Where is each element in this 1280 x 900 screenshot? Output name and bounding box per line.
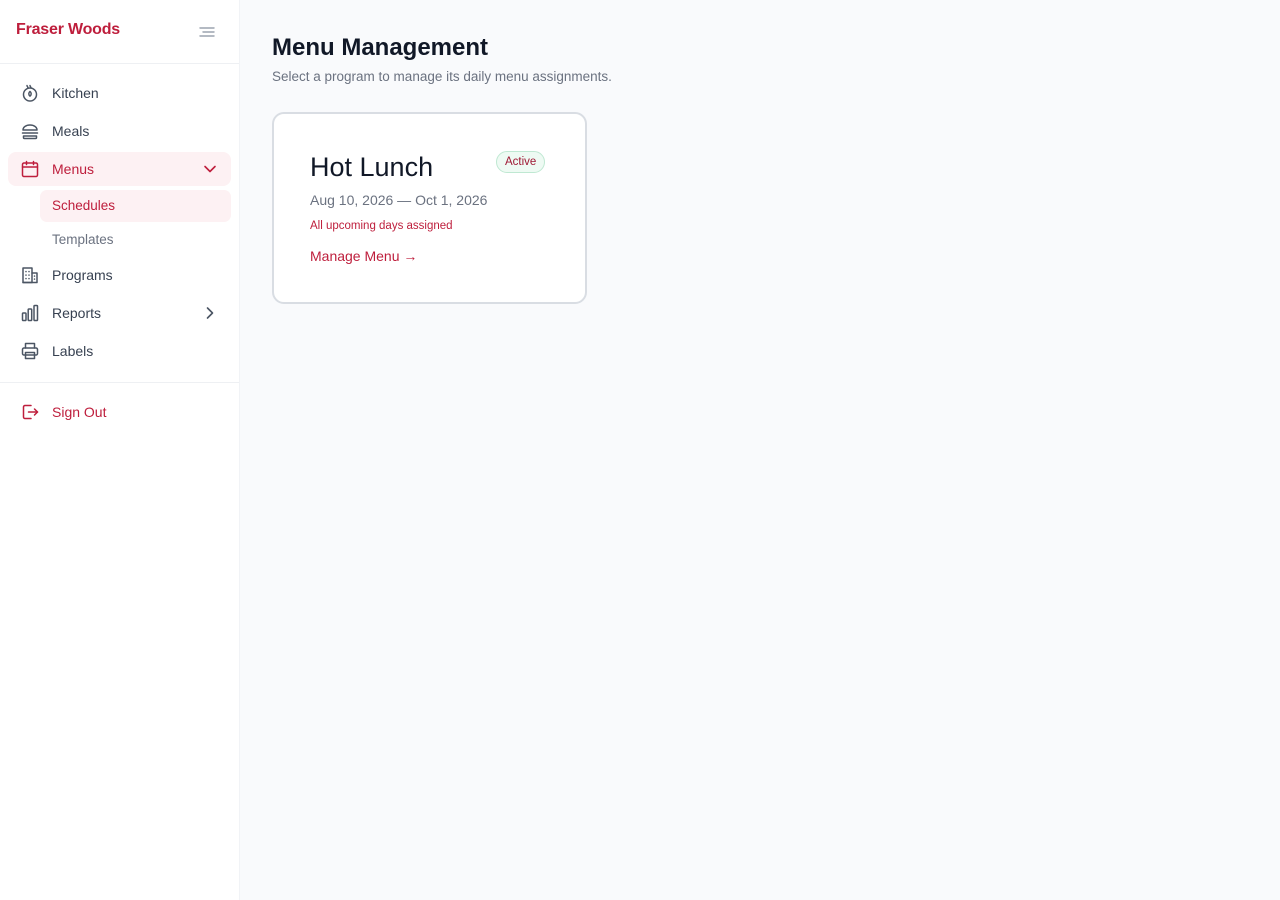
printer-icon	[20, 341, 40, 361]
bar-chart-icon	[20, 303, 40, 323]
sidebar-header: Fraser Woods	[0, 0, 239, 64]
sidebar-item-label: Meals	[52, 123, 90, 139]
calendar-icon	[20, 159, 40, 179]
sidebar-item-label: Programs	[52, 267, 113, 283]
sidebar-item-kitchen[interactable]: Kitchen	[8, 76, 231, 110]
chevron-right-icon	[202, 305, 218, 321]
program-date-range: Aug 10, 2026 — Oct 1, 2026	[310, 192, 488, 208]
sign-out-icon	[20, 402, 40, 422]
program-card[interactable]: Hot Lunch Active Aug 10, 2026 — Oct 1, 2…	[272, 112, 587, 304]
sidebar-subitem-schedules[interactable]: Schedules	[40, 190, 231, 222]
sign-out-button[interactable]: Sign Out	[8, 395, 231, 429]
sidebar-item-label: Kitchen	[52, 85, 99, 101]
sidebar-subitem-label: Templates	[52, 232, 114, 247]
sidebar-item-label: Labels	[52, 343, 94, 359]
program-card-title: Hot Lunch	[310, 152, 434, 182]
assignment-status: All upcoming days assigned	[310, 220, 453, 232]
page-subtitle: Select a program to manage its daily men…	[272, 69, 612, 84]
burger-icon	[20, 121, 40, 141]
sidebar-item-label: Menus	[52, 161, 95, 177]
sidebar-item-labels[interactable]: Labels	[8, 334, 231, 368]
sidebar-item-meals[interactable]: Meals	[8, 114, 231, 148]
sidebar-subitem-label: Schedules	[52, 198, 116, 213]
manage-menu-link[interactable]: Manage Menu →	[310, 248, 417, 264]
sidebar: Fraser Woods Kitchen Meals Menus Schedul…	[0, 0, 240, 900]
kitchen-icon	[20, 83, 40, 103]
sidebar-subitem-templates[interactable]: Templates	[40, 224, 231, 256]
sidebar-toggle-icon[interactable]	[197, 23, 217, 41]
chevron-down-icon	[202, 161, 218, 177]
status-badge: Active	[496, 151, 546, 173]
brand-name: Fraser Woods	[16, 21, 120, 38]
sidebar-item-label: Reports	[52, 305, 102, 321]
building-icon	[20, 265, 40, 285]
page-title: Menu Management	[272, 34, 489, 61]
sidebar-item-programs[interactable]: Programs	[8, 258, 231, 292]
sidebar-item-reports[interactable]: Reports	[8, 296, 231, 330]
sidebar-item-menus[interactable]: Menus	[8, 152, 231, 186]
sidebar-divider	[0, 382, 239, 383]
sign-out-label: Sign Out	[52, 404, 107, 420]
